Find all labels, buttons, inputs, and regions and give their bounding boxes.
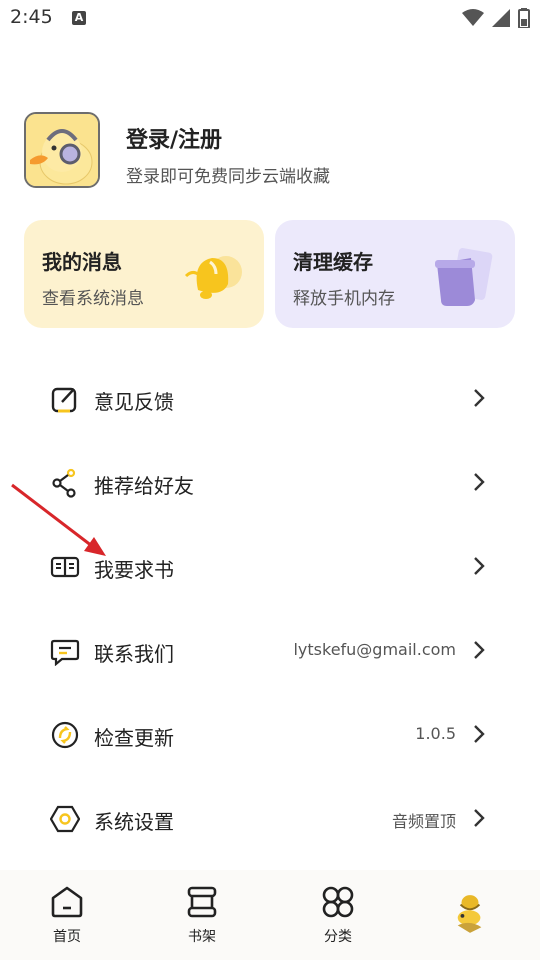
status-time: 2:45 — [10, 6, 53, 28]
share-icon — [52, 468, 76, 498]
home-icon — [51, 886, 83, 918]
menu-label: 我要求书 — [94, 558, 174, 582]
avatar[interactable] — [24, 112, 100, 188]
menu-label: 系统设置 — [94, 810, 174, 834]
card-title: 我的消息 — [42, 250, 122, 274]
card-subtitle: 释放手机内存 — [293, 289, 395, 309]
menu-item-check-update[interactable]: 检查更新 1.0.5 — [0, 702, 540, 762]
version-value: 1.0.5 — [415, 724, 456, 743]
clear-cache-card[interactable]: 清理缓存 释放手机内存 — [275, 220, 515, 328]
chevron-right-icon — [474, 809, 485, 827]
menu-item-share[interactable]: 推荐给好友 — [0, 450, 540, 510]
bookshelf-icon — [187, 886, 217, 918]
nav-category[interactable]: 分类 — [288, 870, 388, 960]
menu-label: 检查更新 — [94, 726, 174, 750]
chevron-right-icon — [474, 641, 485, 659]
duck-headphones-icon — [26, 114, 98, 186]
book-icon — [50, 556, 80, 578]
status-bar: 2:45 A — [0, 0, 540, 40]
nav-label: 分类 — [324, 929, 352, 945]
contact-email: lytskefu@gmail.com — [293, 640, 456, 659]
menu-item-contact-us[interactable]: 联系我们 lytskefu@gmail.com — [0, 618, 540, 678]
settings-icon — [50, 805, 80, 833]
nav-label: 书架 — [188, 929, 216, 945]
update-icon — [51, 721, 79, 749]
nav-bookshelf[interactable]: 书架 — [152, 870, 252, 960]
settings-value: 音频置顶 — [391, 812, 456, 831]
login-subtitle: 登录即可免费同步云端收藏 — [126, 167, 330, 187]
trash-icon — [435, 248, 493, 306]
chevron-right-icon — [474, 557, 485, 575]
feedback-icon — [51, 387, 77, 413]
chevron-right-icon — [474, 725, 485, 743]
wifi-icon — [462, 9, 484, 26]
menu-label: 联系我们 — [94, 642, 174, 666]
nav-profile[interactable] — [420, 870, 520, 960]
card-subtitle: 查看系统消息 — [42, 289, 144, 309]
notification-a-icon: A — [72, 11, 86, 25]
login-title[interactable]: 登录/注册 — [126, 122, 222, 154]
nav-home[interactable]: 首页 — [17, 870, 117, 960]
profile-icon — [457, 895, 482, 933]
my-messages-card[interactable]: 我的消息 查看系统消息 — [24, 220, 264, 328]
menu-item-system-settings[interactable]: 系统设置 音频置顶 — [0, 786, 540, 846]
category-icon — [322, 886, 354, 918]
status-right — [462, 8, 530, 28]
menu-item-feedback[interactable]: 意见反馈 — [0, 366, 540, 426]
bell-icon — [184, 256, 242, 299]
menu-label: 意见反馈 — [94, 390, 174, 414]
menu-item-request-book[interactable]: 我要求书 — [0, 534, 540, 594]
chevron-right-icon — [474, 473, 485, 491]
card-title: 清理缓存 — [293, 250, 373, 274]
chevron-right-icon — [474, 389, 485, 407]
message-icon — [50, 639, 80, 666]
menu-label: 推荐给好友 — [94, 474, 194, 498]
bottom-nav: 首页 书架 分类 — [0, 870, 540, 960]
battery-icon — [518, 8, 530, 28]
signal-icon — [492, 9, 510, 27]
nav-label: 首页 — [53, 929, 81, 945]
